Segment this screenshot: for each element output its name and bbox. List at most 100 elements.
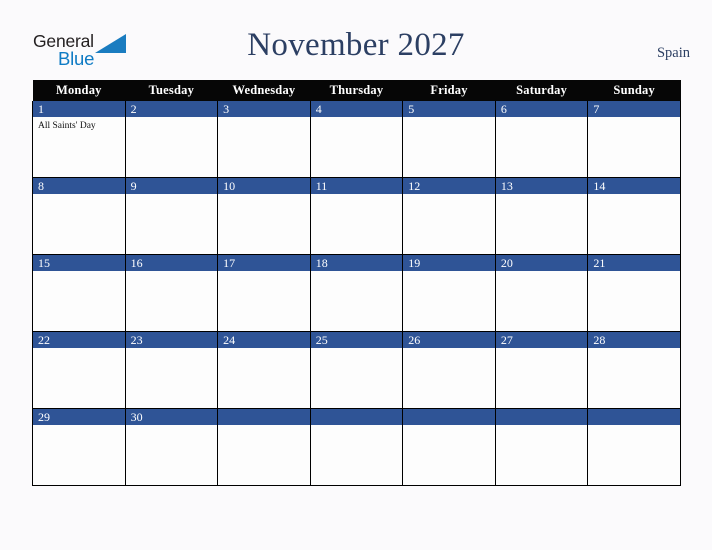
day-number: 10 <box>218 178 310 194</box>
day-cell-content <box>218 409 310 485</box>
calendar-day-cell[interactable]: 27 <box>494 331 589 409</box>
calendar-day-cell[interactable] <box>309 408 404 486</box>
calendar-day-cell[interactable]: 9 <box>124 177 219 255</box>
calendar-day-cell[interactable] <box>587 408 681 486</box>
calendar-day-cell[interactable]: 26 <box>402 331 496 409</box>
day-cell-content: 17 <box>218 255 310 331</box>
calendar-day-cell[interactable]: 4 <box>309 101 404 178</box>
calendar-day-cell[interactable]: 22 <box>32 331 126 409</box>
weekday-header-thursday: Thursday <box>310 80 403 101</box>
calendar-day-cell[interactable]: 13 <box>494 177 589 255</box>
day-cell-content <box>588 409 680 485</box>
day-events <box>126 425 218 428</box>
calendar-day-cell[interactable]: 16 <box>124 254 219 332</box>
day-number: 18 <box>310 255 403 271</box>
day-number: 19 <box>403 255 495 271</box>
calendar-day-cell[interactable]: 2 <box>124 101 219 178</box>
day-cell-content: 7 <box>588 101 680 177</box>
day-events <box>126 348 218 351</box>
day-cell-content: 10 <box>218 178 310 254</box>
day-cell-content: 13 <box>495 178 588 254</box>
calendar-day-cell[interactable] <box>494 408 589 486</box>
day-cell-content: 15 <box>33 255 125 331</box>
day-cell-content: 28 <box>588 332 680 408</box>
day-events <box>311 117 403 120</box>
day-cell-content: 26 <box>403 332 495 408</box>
day-cell-content: 22 <box>33 332 125 408</box>
calendar-day-cell[interactable]: 5 <box>402 101 496 178</box>
day-events <box>218 348 310 351</box>
day-cell-content: 23 <box>125 332 218 408</box>
day-events <box>33 348 125 351</box>
day-cell-content <box>310 409 403 485</box>
day-cell-content: 2 <box>125 101 218 177</box>
calendar-day-cell[interactable]: 21 <box>587 254 681 332</box>
day-events <box>126 117 218 120</box>
calendar-day-cell[interactable]: 28 <box>587 331 681 409</box>
page-header: General Blue November 2027 Spain <box>0 0 712 78</box>
calendar-day-cell[interactable] <box>402 408 496 486</box>
day-events <box>311 194 403 197</box>
calendar-day-cell[interactable]: 25 <box>309 331 404 409</box>
calendar-day-cell[interactable]: 19 <box>402 254 496 332</box>
day-events: All Saints' Day <box>33 117 125 132</box>
day-number <box>403 409 495 425</box>
day-number: 12 <box>403 178 495 194</box>
day-number <box>218 409 310 425</box>
day-events <box>311 348 403 351</box>
day-number: 15 <box>33 255 125 271</box>
calendar-day-cell[interactable]: 6 <box>494 101 589 178</box>
calendar-grid: Monday Tuesday Wednesday Thursday Friday… <box>32 80 681 486</box>
day-number: 6 <box>495 101 588 117</box>
calendar-day-cell[interactable]: 3 <box>217 101 311 178</box>
calendar-day-cell[interactable]: 7 <box>587 101 681 178</box>
day-events <box>218 271 310 274</box>
day-number: 8 <box>33 178 125 194</box>
calendar-day-cell[interactable]: 17 <box>217 254 311 332</box>
day-cell-content: 19 <box>403 255 495 331</box>
day-number <box>588 409 680 425</box>
day-number: 1 <box>33 101 125 117</box>
calendar-day-cell[interactable] <box>217 408 311 486</box>
day-events <box>311 425 403 428</box>
day-events <box>126 194 218 197</box>
calendar-day-cell[interactable]: 10 <box>217 177 311 255</box>
day-events <box>588 348 680 351</box>
calendar-day-cell[interactable]: 30 <box>124 408 219 486</box>
day-events <box>403 425 495 428</box>
region-label: Spain <box>656 45 690 61</box>
day-number: 13 <box>495 178 588 194</box>
calendar-day-cell[interactable]: 24 <box>217 331 311 409</box>
calendar-day-cell[interactable]: 1 All Saints' Day <box>32 101 126 178</box>
day-number: 4 <box>310 101 403 117</box>
day-events <box>33 425 125 428</box>
calendar-day-cell[interactable]: 18 <box>309 254 404 332</box>
calendar-day-cell[interactable]: 20 <box>494 254 589 332</box>
day-events <box>126 271 218 274</box>
day-cell-content: 30 <box>125 409 218 485</box>
day-events <box>496 348 588 351</box>
weekday-header-sunday: Sunday <box>587 80 681 101</box>
day-number: 11 <box>310 178 403 194</box>
day-events <box>33 271 125 274</box>
calendar-week-row: 15 16 17 18 19 20 21 <box>32 254 681 332</box>
calendar-day-cell[interactable]: 11 <box>309 177 404 255</box>
day-events <box>218 425 310 428</box>
day-events <box>588 425 680 428</box>
day-cell-content: 18 <box>310 255 403 331</box>
day-events <box>496 425 588 428</box>
calendar-week-row: 29 30 <box>32 408 681 486</box>
day-number: 22 <box>33 332 125 348</box>
calendar-day-cell[interactable]: 23 <box>124 331 219 409</box>
day-events <box>496 271 588 274</box>
day-number: 29 <box>33 409 125 425</box>
day-cell-content: 11 <box>310 178 403 254</box>
day-events <box>218 194 310 197</box>
day-events <box>218 117 310 120</box>
calendar-day-cell[interactable]: 15 <box>32 254 126 332</box>
calendar-day-cell[interactable]: 14 <box>587 177 681 255</box>
calendar-day-cell[interactable]: 8 <box>32 177 126 255</box>
day-cell-content <box>495 409 588 485</box>
calendar-day-cell[interactable]: 12 <box>402 177 496 255</box>
calendar-day-cell[interactable]: 29 <box>32 408 126 486</box>
